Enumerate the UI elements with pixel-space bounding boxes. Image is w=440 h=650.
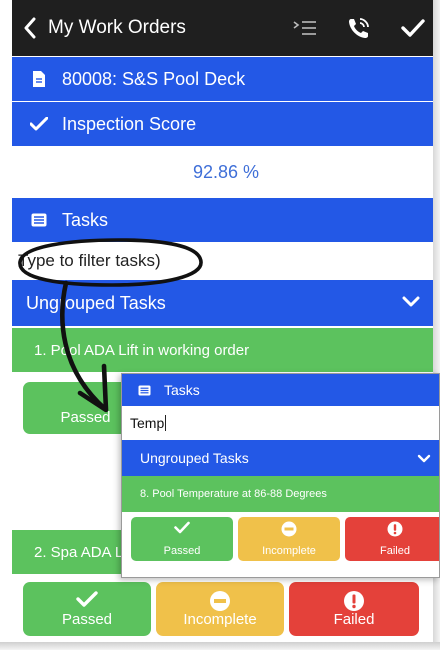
list-icon [28,213,50,227]
check-icon [174,521,190,537]
minus-circle-icon [281,521,297,540]
exclamation-circle-icon [343,590,365,616]
task-label: 1. Pool ADA Lift in working order [34,341,250,359]
group-label: Ungrouped Tasks [26,292,166,313]
tasks-header: Tasks [12,198,440,242]
passed-label: Passed [60,409,111,426]
top-bar: My Work Orders [12,0,440,56]
inset-task-row[interactable]: 8. Pool Temperature at 86-88 Degrees [122,476,439,512]
work-order-header[interactable]: 80008: S&S Pool Deck [12,57,440,101]
inset-tasks-header: Tasks [122,374,439,406]
inset-task-filter-input[interactable]: Temp [122,406,439,440]
inspection-score-header[interactable]: Inspection Score [12,102,440,146]
list-indent-icon[interactable] [278,0,332,56]
list-icon [138,385,152,396]
document-icon [28,70,50,88]
inset-failed-label: Failed [380,545,410,557]
phone-call-icon[interactable] [332,0,386,56]
exclamation-circle-icon [387,521,403,540]
inset-passed-label: Passed [163,545,201,557]
inset-failed-button[interactable]: Failed [345,517,439,561]
minus-circle-icon [209,590,231,616]
frame-shadow [0,642,440,650]
check-icon [28,117,50,131]
inspection-score-value: 92.86 % [192,161,260,182]
back-chevron-icon[interactable] [16,0,44,56]
passed-button[interactable]: Passed [23,582,151,636]
page-title: My Work Orders [48,17,186,38]
incomplete-button[interactable]: Incomplete [156,582,284,636]
task-filter-input[interactable]: Type to filter tasks) [12,242,440,280]
failed-button[interactable]: Failed [289,582,419,636]
inset-ungrouped-tasks-header[interactable]: Ungrouped Tasks [122,440,439,476]
top-actions [278,0,440,56]
inset-filter-value: Temp [130,415,165,431]
filtered-tasks-inset: Tasks Temp Ungrouped Tasks 8. Pool Tempe… [121,373,440,578]
inset-incomplete-label: Incomplete [262,545,316,557]
tasks-label: Tasks [62,209,109,230]
task-label: 2. Spa ADA L [34,543,124,561]
chevron-down-icon [417,451,431,467]
inset-task-label: 8. Pool Temperature at 86-88 Degrees [140,488,327,500]
check-icon[interactable] [386,0,440,56]
passed-label: Passed [61,611,113,628]
work-order-label: 80008: S&S Pool Deck [62,68,246,89]
check-icon [76,590,98,612]
inset-passed-button[interactable]: Passed [131,517,233,561]
task-row[interactable]: 1. Pool ADA Lift in working order [12,328,440,372]
ungrouped-tasks-header[interactable]: Ungrouped Tasks [12,280,440,326]
inspection-score-label: Inspection Score [62,113,197,134]
screenshot-frame: My Work Orders 80008: S&S Pool Deck Insp… [0,0,440,650]
inset-tasks-label: Tasks [164,382,200,398]
text-cursor [165,415,167,431]
chevron-down-icon [402,292,420,313]
inset-group-label: Ungrouped Tasks [140,450,249,466]
inset-incomplete-button[interactable]: Incomplete [238,517,340,561]
